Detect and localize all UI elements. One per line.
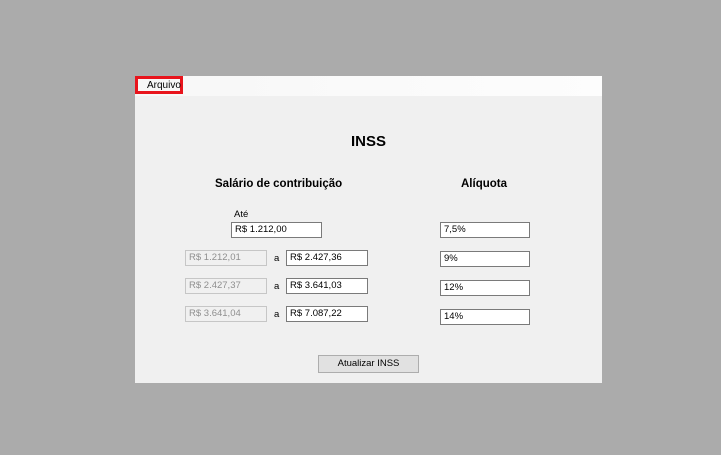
band4-lower-input: R$ 3.641,04 (185, 306, 267, 322)
band3-separator: a (274, 281, 280, 292)
page-title: INSS (350, 133, 386, 150)
band3-rate-input[interactable]: 12% (440, 280, 530, 296)
rate-column-header: Alíquota (461, 178, 507, 190)
band1-rate-input[interactable]: 7,5% (440, 222, 530, 238)
upto-label: Até (234, 209, 249, 220)
band4-upper-input[interactable]: R$ 7.087,22 (286, 306, 368, 322)
band2-upper-input[interactable]: R$ 2.427,36 (286, 250, 368, 266)
band4-separator: a (274, 309, 280, 320)
band1-upper-input[interactable]: R$ 1.212,00 (231, 222, 322, 238)
band2-rate-input[interactable]: 9% (440, 251, 530, 267)
band2-lower-input: R$ 1.212,01 (185, 250, 267, 266)
update-inss-button[interactable]: Atualizar INSS (318, 355, 419, 373)
band2-separator: a (274, 253, 280, 264)
band3-lower-input: R$ 2.427,37 (185, 278, 267, 294)
band3-upper-input[interactable]: R$ 3.641,03 (286, 278, 368, 294)
band4-rate-input[interactable]: 14% (440, 309, 530, 325)
menu-arquivo[interactable]: Arquivo (135, 76, 183, 94)
inss-window: Arquivo INSS Salário de contribuição Alí… (135, 76, 602, 383)
salary-column-header: Salário de contribuição (215, 178, 343, 190)
menu-bar: Arquivo (135, 76, 602, 96)
